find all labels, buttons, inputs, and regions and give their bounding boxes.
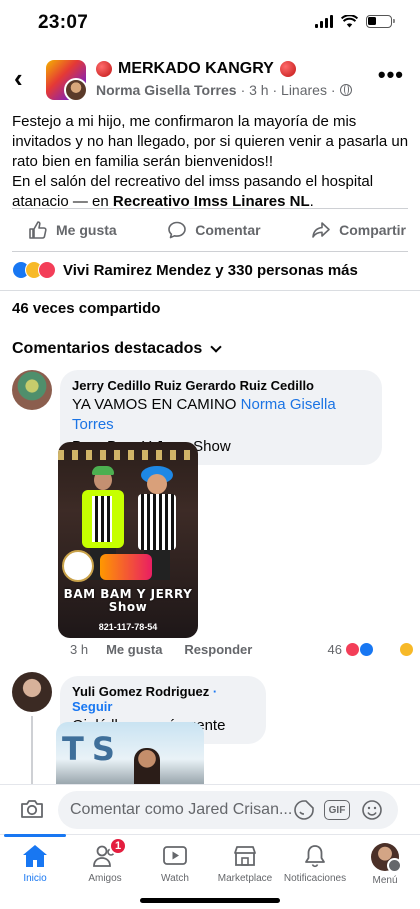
friends-badge: 1 xyxy=(109,837,127,855)
like-label: Me gusta xyxy=(56,222,117,238)
post-text-line2: En el salón del recreativo del imss pasa… xyxy=(12,172,412,212)
more-icon[interactable]: ••• xyxy=(378,64,404,86)
back-arrow-icon[interactable]: ‹ xyxy=(14,64,23,92)
battery-icon xyxy=(366,15,395,28)
bell-icon xyxy=(305,845,325,868)
comment-reaction-count: 46 xyxy=(327,642,342,657)
post-text-line1: Festejo a mi hijo, me confirmaron la may… xyxy=(12,113,409,170)
comment-image[interactable]: TS xyxy=(56,722,204,784)
tab-watch[interactable]: Watch xyxy=(140,835,210,892)
image-lights xyxy=(58,450,198,460)
commenter-name[interactable]: Yuli Gomez Rodriguez xyxy=(72,684,209,699)
post-action-bar: Me gusta Comentar Compartir xyxy=(12,208,408,252)
like-reaction-icon xyxy=(359,642,374,657)
watch-icon xyxy=(163,846,187,865)
comment-like-button[interactable]: Me gusta xyxy=(106,642,162,657)
comment-text: YA VAMOS EN CAMINO Norma Gisella Torres xyxy=(72,395,370,435)
share-label: Compartir xyxy=(339,222,406,238)
comment-actions: 3 h Me gusta Responder 46 xyxy=(70,642,414,657)
home-icon xyxy=(23,845,47,867)
emoji-icon[interactable] xyxy=(360,798,384,822)
tab-notifications[interactable]: Notificaciones xyxy=(280,835,350,892)
thread-line xyxy=(31,716,33,786)
camera-icon[interactable] xyxy=(18,795,46,823)
gif-icon[interactable]: GIF xyxy=(324,800,350,820)
author-avatar[interactable] xyxy=(64,78,88,102)
status-bar: 23:07 xyxy=(0,0,420,48)
chevron-down-icon xyxy=(210,340,222,353)
share-button[interactable]: Compartir xyxy=(311,220,406,240)
status-icons xyxy=(315,15,395,28)
comment-reply-button[interactable]: Responder xyxy=(184,642,252,657)
red-circle-icon xyxy=(96,61,112,77)
post-header: ‹ MERKADO KANGRY Norma Gisella Torres · … xyxy=(0,54,420,108)
group-name[interactable]: MERKADO KANGRY xyxy=(96,60,296,78)
commenter-name[interactable]: Jerry Cedillo Ruiz Gerardo Ruiz Cedillo xyxy=(72,378,370,393)
post-meta-suffix: · 3 h · Linares · xyxy=(240,82,336,98)
profile-avatar xyxy=(371,843,402,873)
reactions-text: Vivi Ramirez Mendez y 330 personas más xyxy=(63,261,358,279)
like-icon xyxy=(29,221,47,239)
divider xyxy=(0,290,420,291)
home-indicator xyxy=(140,898,280,903)
status-time: 23:07 xyxy=(38,12,89,33)
tab-label: Watch xyxy=(161,873,189,884)
commenter-name-row: Yuli Gomez Rodriguez · Seguir xyxy=(72,684,254,714)
like-button[interactable]: Me gusta xyxy=(28,220,117,240)
tab-label: Marketplace xyxy=(217,873,273,884)
comment-image[interactable]: BAM BAM Y JERRY Show 821-117-78-54 xyxy=(58,442,198,638)
love-reaction-icon xyxy=(345,642,360,657)
bottom-tab-bar: Inicio 1 Amigos Watch Marketplace Notifi… xyxy=(0,834,420,892)
tab-menu[interactable]: Menú xyxy=(350,835,420,892)
post-meta: Norma Gisella Torres · 3 h · Linares · xyxy=(96,82,352,98)
share-count[interactable]: 46 veces compartido xyxy=(12,300,160,317)
signal-icon xyxy=(315,15,333,28)
comment-label: Comentar xyxy=(195,222,261,238)
tab-label: Amigos xyxy=(88,873,122,884)
tab-label: Inicio xyxy=(23,873,47,884)
commenter-avatar[interactable] xyxy=(12,672,52,712)
image-title: BAM BAM Y JERRY Show xyxy=(63,587,193,614)
author-name[interactable]: Norma Gisella Torres xyxy=(96,82,237,98)
comment-time: 3 h xyxy=(70,642,89,657)
red-circle-icon xyxy=(279,61,296,77)
globe-icon xyxy=(339,84,352,96)
commenter-avatar[interactable] xyxy=(12,370,52,410)
group-name-label: MERKADO KANGRY xyxy=(118,60,274,77)
care-reaction-icon xyxy=(399,642,414,657)
tab-friends[interactable]: 1 Amigos xyxy=(70,835,140,892)
tab-label: Menú xyxy=(372,875,398,886)
comments-filter[interactable]: Comentarios destacados xyxy=(12,340,222,358)
comment-icon xyxy=(168,221,187,239)
comment-text-prefix: YA VAMOS EN CAMINO xyxy=(72,396,241,413)
wifi-icon xyxy=(341,15,358,28)
image-badge xyxy=(62,550,94,582)
comments-filter-label: Comentarios destacados xyxy=(12,340,203,357)
reaction-icons xyxy=(12,261,56,279)
image-person xyxy=(134,748,160,784)
image-phone: 821-117-78-54 xyxy=(98,622,158,632)
sticker-icon[interactable] xyxy=(292,798,316,822)
share-icon xyxy=(312,222,330,238)
comment-reactions[interactable]: 46 xyxy=(327,642,414,657)
comment-composer: GIF xyxy=(0,784,420,834)
tab-marketplace[interactable]: Marketplace xyxy=(210,835,280,892)
tab-home[interactable]: Inicio xyxy=(0,835,70,892)
post-text: Festejo a mi hijo, me confirmaron la may… xyxy=(12,112,412,212)
image-logo xyxy=(100,554,152,580)
love-reaction-icon xyxy=(38,261,56,279)
marketplace-icon xyxy=(234,846,256,866)
comment-button[interactable]: Comentar xyxy=(167,220,261,240)
tab-label: Notificaciones xyxy=(283,873,347,884)
image-sign: TS xyxy=(62,730,123,768)
reactions-summary[interactable]: Vivi Ramirez Mendez y 330 personas más xyxy=(12,258,358,282)
